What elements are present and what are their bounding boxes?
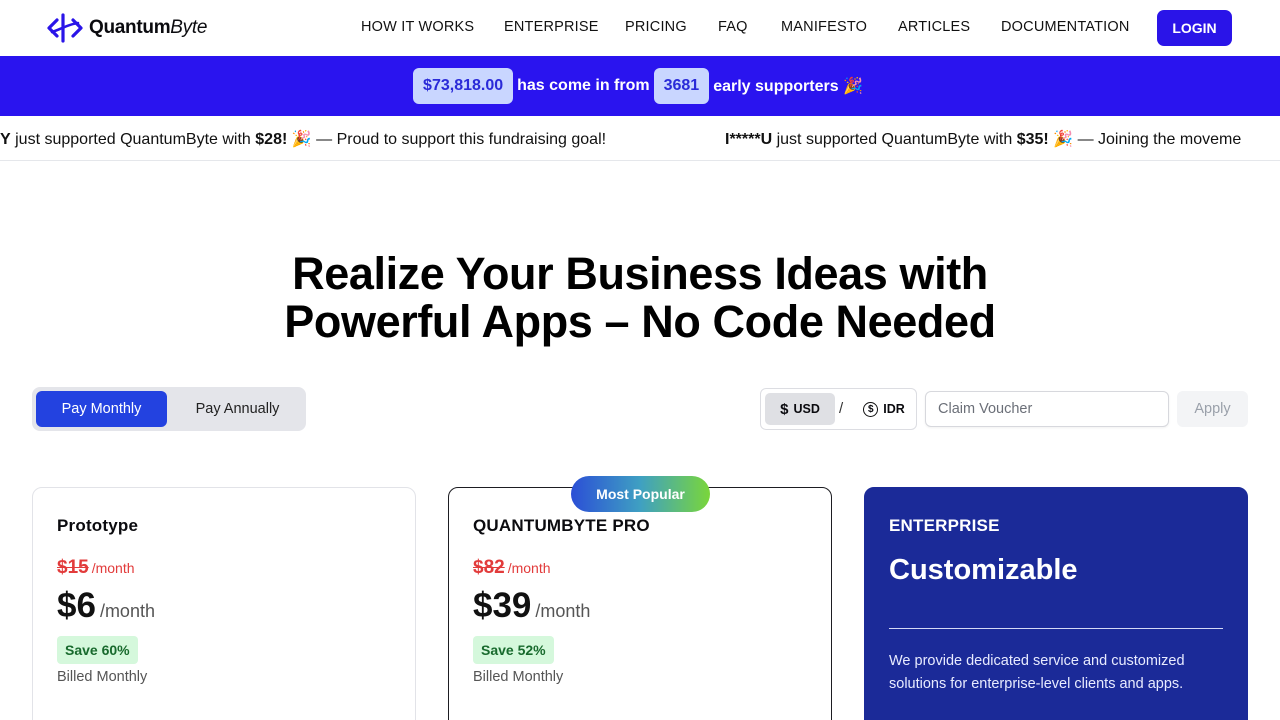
dollar-icon: $: [780, 400, 789, 418]
plan-title: Prototype: [57, 516, 139, 535]
ticker-item: Y just supported QuantumByte with $28! 🎉…: [0, 131, 607, 148]
plan-title: QUANTUMBYTE PRO: [473, 516, 650, 535]
apply-voucher-button[interactable]: Apply: [1177, 391, 1248, 427]
most-popular-badge: Most Popular: [571, 476, 710, 512]
nav-enterprise[interactable]: ENTERPRISE: [504, 19, 599, 35]
nav-manifesto[interactable]: MANIFESTO: [781, 19, 867, 35]
pay-annually-button[interactable]: Pay Annually: [175, 391, 300, 427]
billing-period: Billed Monthly: [473, 669, 564, 685]
quantumbyte-logo-icon: [47, 12, 83, 44]
fund-text-mid: has come in from: [517, 77, 650, 94]
original-price: $82/month: [473, 557, 551, 578]
navbar: QuantumByte HOW IT WORKS ENTERPRISE PRIC…: [0, 0, 1280, 56]
supporters-ticker: Y just supported QuantumByte with $28! 🎉…: [0, 116, 1280, 161]
savings-badge: Save 60%: [57, 636, 138, 664]
current-price: $6/month: [57, 586, 155, 625]
currency-usd-button[interactable]: $ USD: [765, 393, 835, 425]
plan-card-prototype: Prototype $15/month $6/month Save 60% Bi…: [32, 487, 416, 720]
nav-pricing[interactable]: PRICING: [625, 19, 687, 35]
divider: [889, 628, 1223, 629]
hero-title: Realize Your Business Ideas with Powerfu…: [284, 248, 996, 347]
billing-toggle: Pay Monthly Pay Annually: [32, 387, 306, 431]
fund-text-end: early supporters 🎉: [713, 78, 863, 95]
nav-articles[interactable]: ARTICLES: [898, 19, 970, 35]
nav-how-it-works[interactable]: HOW IT WORKS: [361, 19, 474, 35]
pay-monthly-button[interactable]: Pay Monthly: [36, 391, 167, 427]
currency-switch: $ USD / $ IDR: [760, 388, 917, 430]
plan-card-enterprise: ENTERPRISE Customizable We provide dedic…: [864, 487, 1248, 720]
fund-amount: $73,818.00: [413, 68, 514, 104]
voucher-input[interactable]: [925, 391, 1169, 427]
brand-logo[interactable]: QuantumByte: [47, 12, 207, 44]
enterprise-description: We provide dedicated service and customi…: [889, 653, 1185, 692]
plan-card-pro: QUANTUMBYTE PRO $82/month $39/month Save…: [448, 487, 832, 720]
savings-badge: Save 52%: [473, 636, 554, 664]
plan-title: ENTERPRISE: [889, 516, 1000, 535]
ticker-item: I*****U just supported QuantumByte with …: [725, 131, 1242, 148]
nav-faq[interactable]: FAQ: [718, 19, 748, 35]
billing-period: Billed Monthly: [57, 669, 148, 685]
coin-dollar-icon: $: [863, 401, 879, 417]
original-price: $15/month: [57, 557, 135, 578]
supporters-count: 3681: [653, 68, 710, 104]
nav-documentation[interactable]: DOCUMENTATION: [1001, 19, 1130, 35]
enterprise-heading: Customizable: [889, 554, 1078, 586]
currency-separator: /: [839, 400, 844, 417]
fundraising-banner: $73,818.00 has come in from 3681 early s…: [0, 56, 1280, 116]
currency-idr-button[interactable]: $ IDR: [857, 393, 911, 425]
current-price: $39/month: [473, 586, 591, 625]
login-button[interactable]: LOGIN: [1157, 10, 1232, 46]
brand-name: QuantumByte: [89, 17, 208, 38]
